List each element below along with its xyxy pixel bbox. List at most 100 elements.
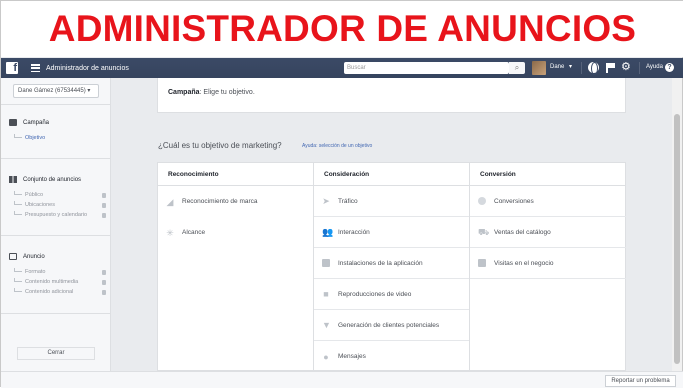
sidebar-item-audience[interactable]: Público bbox=[14, 191, 106, 198]
sidebar-item-label: Presupuesto y calendario bbox=[25, 212, 88, 218]
objective-store-visits[interactable]: Visitas en el negocio bbox=[470, 248, 626, 279]
sidebar-item-extra-content[interactable]: Contenido adicional bbox=[14, 288, 106, 295]
objective-label: Ventas del catálogo bbox=[494, 228, 551, 236]
divider bbox=[1, 158, 111, 159]
divider bbox=[581, 62, 582, 74]
search-icon[interactable]: ⌕ bbox=[509, 62, 525, 74]
title-banner: ADMINISTRADOR DE ANUNCIOS bbox=[1, 1, 683, 57]
sidebar-item-label: Objetivo bbox=[25, 135, 46, 141]
objective-label: Conversiones bbox=[494, 197, 534, 205]
reach-icon: ✳ bbox=[166, 227, 174, 238]
sidebar-section-campaign[interactable]: Campaña bbox=[9, 119, 49, 126]
scrollbar[interactable] bbox=[672, 78, 682, 371]
chevron-down-icon[interactable]: ▾ bbox=[569, 63, 572, 70]
objective-reach[interactable]: ✳ Alcance bbox=[158, 217, 313, 248]
sidebar-item-budget[interactable]: Presupuesto y calendario bbox=[14, 211, 106, 218]
sidebar-item-label: Contenido adicional bbox=[25, 289, 74, 295]
objective-brand-awareness[interactable]: ◢ Reconocimiento de marca bbox=[158, 186, 313, 217]
video-camera-icon: ■ bbox=[323, 289, 329, 299]
shopping-cart-icon: ⛟ bbox=[478, 227, 490, 237]
menu-icon[interactable] bbox=[31, 64, 40, 72]
tree-branch bbox=[14, 191, 22, 195]
tree-branch bbox=[14, 134, 22, 138]
divider bbox=[1, 313, 111, 314]
avatar[interactable] bbox=[532, 61, 546, 75]
sidebar-item-label: Ubicaciones bbox=[25, 202, 55, 208]
campaign-label: Campaña bbox=[168, 89, 200, 96]
app-box-icon bbox=[322, 259, 330, 267]
lock-icon bbox=[102, 212, 106, 218]
top-navigation-bar: f Administrador de anuncios Buscar ⌕ Dan… bbox=[1, 58, 683, 78]
grid-icon bbox=[9, 176, 17, 183]
campaign-value: : Elige tu objetivo. bbox=[199, 89, 255, 96]
column-header: Consideración bbox=[314, 163, 469, 186]
objective-lead-generation[interactable]: ▼ Generación de clientes potenciales bbox=[314, 310, 469, 341]
objective-label: Generación de clientes potenciales bbox=[338, 321, 440, 329]
objective-engagement[interactable]: 👥 Interacción bbox=[314, 217, 469, 248]
divider bbox=[1, 104, 111, 105]
main-content: Campaña: Elige tu objetivo. ¿Cuál es tu … bbox=[112, 78, 670, 372]
objective-catalog-sales[interactable]: ⛟ Ventas del catálogo bbox=[470, 217, 626, 248]
column-awareness: Reconocimiento ◢ Reconocimiento de marca… bbox=[158, 163, 314, 372]
megaphone-icon: ◢ bbox=[166, 196, 174, 207]
app-title[interactable]: Administrador de anuncios bbox=[46, 65, 129, 72]
objective-video-views[interactable]: ■ Reproducciones de video bbox=[314, 279, 469, 310]
gear-icon[interactable]: ⚙ bbox=[621, 61, 631, 74]
objective-label: Instalaciones de la aplicación bbox=[338, 259, 423, 267]
objective-label: Mensajes bbox=[338, 353, 366, 360]
ad-icon bbox=[9, 253, 17, 260]
divider bbox=[1, 235, 111, 236]
user-name[interactable]: Dane bbox=[550, 64, 564, 70]
tree-branch bbox=[14, 211, 22, 215]
objective-question: ¿Cuál es tu objetivo de marketing? bbox=[158, 141, 282, 150]
objective-label: Tráfico bbox=[338, 197, 358, 205]
divider bbox=[639, 62, 640, 74]
sidebar-item-objective[interactable]: Objetivo bbox=[14, 134, 106, 141]
objective-app-installs[interactable]: Instalaciones de la aplicación bbox=[314, 248, 469, 279]
section-title: Conjunto de anuncios bbox=[23, 176, 82, 183]
sidebar-item-label: Formato bbox=[25, 269, 46, 275]
flag-icon[interactable] bbox=[606, 63, 615, 73]
column-header: Reconocimiento bbox=[158, 163, 313, 186]
objective-help-link[interactable]: Ayuda: selección de un objetivo bbox=[302, 143, 372, 149]
campaign-card: Campaña: Elige tu objetivo. bbox=[157, 78, 626, 113]
lock-icon bbox=[102, 192, 106, 198]
lock-icon bbox=[102, 289, 106, 295]
bottom-bar: Reportar un problema bbox=[1, 371, 683, 388]
help-link[interactable]: Ayuda bbox=[646, 64, 663, 70]
tree-branch bbox=[14, 288, 22, 292]
objectives-table: Reconocimiento ◢ Reconocimiento de marca… bbox=[157, 162, 626, 372]
sidebar-section-adset[interactable]: Conjunto de anuncios bbox=[9, 176, 81, 183]
funnel-icon: ▼ bbox=[322, 320, 331, 330]
objective-conversions[interactable]: Conversiones bbox=[470, 186, 626, 217]
section-title: Campaña bbox=[23, 119, 50, 126]
globe-icon[interactable] bbox=[588, 62, 599, 75]
tree-branch bbox=[14, 268, 22, 272]
sidebar: Dane Gámez (67534445) ▾ Campaña Objetivo… bbox=[1, 78, 111, 371]
lock-icon bbox=[102, 269, 106, 275]
report-problem-button[interactable]: Reportar un problema bbox=[605, 375, 676, 387]
store-icon bbox=[478, 259, 486, 267]
lock-icon bbox=[102, 279, 106, 285]
sidebar-item-label: Público bbox=[25, 192, 44, 198]
objective-traffic[interactable]: ➤ Tráfico bbox=[314, 186, 469, 217]
sidebar-item-format[interactable]: Formato bbox=[14, 268, 106, 275]
objective-label: Interacción bbox=[338, 228, 370, 236]
tree-branch bbox=[14, 278, 22, 282]
sidebar-item-placements[interactable]: Ubicaciones bbox=[14, 201, 106, 208]
scrollbar-thumb[interactable] bbox=[674, 114, 680, 364]
people-icon: 👥 bbox=[322, 227, 334, 237]
column-conversion: Conversión Conversiones ⛟ Ventas del cat… bbox=[470, 163, 626, 372]
objective-label: Reconocimiento de marca bbox=[182, 198, 258, 205]
sidebar-item-media[interactable]: Contenido multimedia bbox=[14, 278, 106, 285]
sidebar-section-ad[interactable]: Anuncio bbox=[9, 253, 45, 260]
account-selector[interactable]: Dane Gámez (67534445) ▾ bbox=[13, 84, 99, 98]
close-button[interactable]: Cerrar bbox=[17, 347, 95, 360]
search-input[interactable]: Buscar bbox=[344, 62, 509, 74]
column-consideration: Consideración ➤ Tráfico 👥 Interacción In… bbox=[314, 163, 470, 372]
section-title: Anuncio bbox=[23, 253, 45, 260]
objective-messages[interactable]: ● Mensajes bbox=[314, 341, 469, 372]
facebook-logo-icon[interactable]: f bbox=[6, 62, 18, 74]
help-icon[interactable]: ? bbox=[665, 63, 674, 72]
sidebar-item-label: Contenido multimedia bbox=[25, 279, 79, 285]
